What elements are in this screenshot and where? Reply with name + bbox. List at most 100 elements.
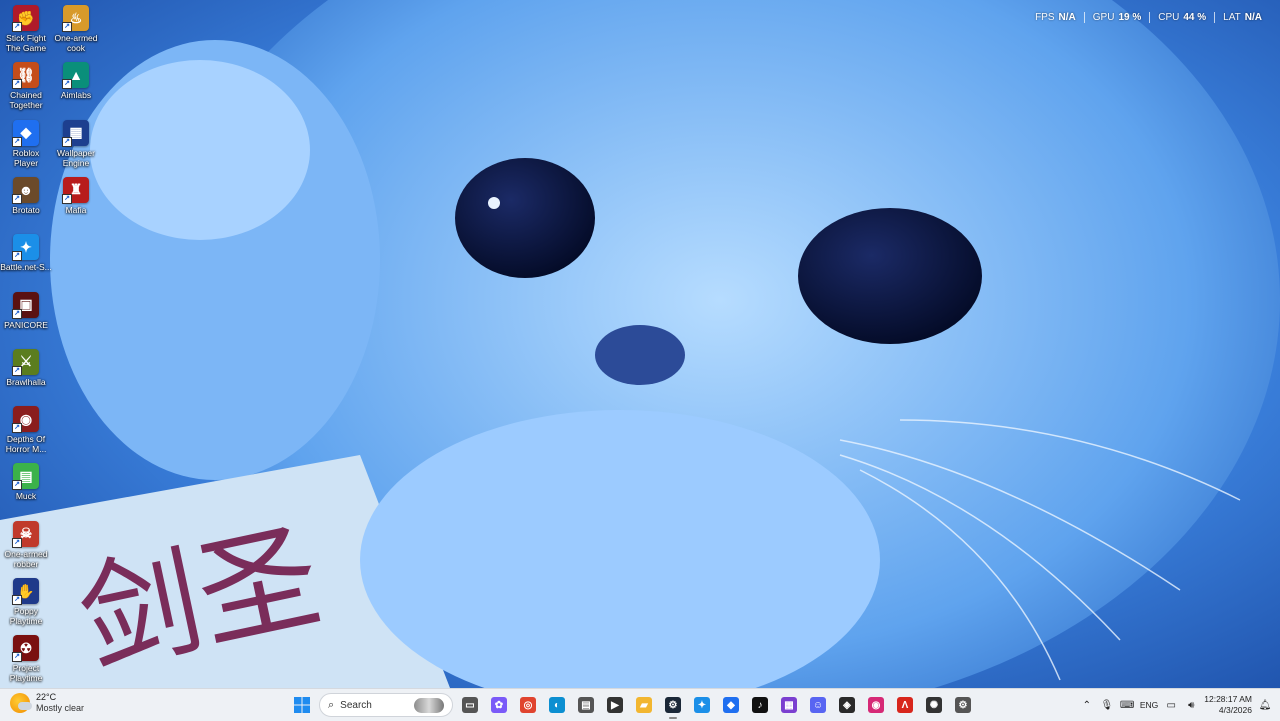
task-view-icon: ▭ (462, 697, 478, 713)
app-icon: ☢ ↗ (12, 635, 39, 663)
performance-overlay: FPS N/A GPU 19 % CPU 44 % LAT N/A (1027, 12, 1270, 23)
perf-stat-key: CPU (1158, 12, 1180, 23)
taskbar: 22°C Mostly clear ⌕ Search ▭ ✿ ◎ ◐ ▤ ▶ ▰ ⚙ ✦ ◆ ♪ ▦ ☺… (0, 688, 1280, 721)
adobe-icon: Λ (897, 697, 913, 713)
taskbar-app-button[interactable]: ◐ (545, 693, 569, 717)
taskbar-app-button[interactable]: ▶ (603, 693, 627, 717)
volume-icon[interactable]: 🔊︎ (1184, 700, 1198, 711)
chrome-icon: ◎ (520, 697, 536, 713)
taskbar-search[interactable]: ⌕ Search (319, 693, 453, 717)
taskbar-app-button[interactable]: ☺ (806, 693, 830, 717)
tiktok-icon: ♪ (752, 697, 768, 713)
shortcut-arrow-icon: ↗ (12, 595, 22, 605)
desktop-icon[interactable]: ✊ ↗ Stick Fight The Game (0, 0, 52, 53)
chevron-up-icon[interactable]: ⌃ (1080, 700, 1094, 711)
notification-bell-icon[interactable]: 🔔︎ (1258, 700, 1272, 711)
app-icon: ✦ ↗ (12, 234, 39, 262)
shortcut-arrow-icon: ↗ (12, 308, 22, 319)
start-button[interactable] (290, 693, 314, 717)
shortcut-arrow-icon: ↗ (12, 365, 22, 376)
desktop-icon[interactable]: ▦ ↗ Wallpaper Engine (50, 115, 102, 168)
clock-time: 12:28:17 AM (1204, 694, 1252, 704)
desktop-icon[interactable]: ▣ ↗ PANICORE (0, 287, 52, 330)
settings-icon: ⚙ (955, 697, 971, 713)
desktop-icon[interactable]: ☠ ↗ One-armed robber (0, 516, 52, 569)
app-icon: ☠ ↗ (12, 520, 39, 548)
app-icon: ▤ ↗ (12, 463, 39, 491)
app-icon: ▣ ↗ (12, 291, 39, 319)
app-icon: ♨ ↗ (62, 5, 89, 32)
weather-widget[interactable]: 22°C Mostly clear (10, 692, 84, 714)
taskbar-app-button[interactable]: ▰ (632, 693, 656, 717)
desktop-icon[interactable]: ♜ ↗ Mafia (50, 172, 102, 215)
desktop-icon-label: Muck (15, 491, 37, 502)
taskbar-app-button[interactable]: ◈ (835, 693, 859, 717)
perf-stat-lat: LAT N/A (1214, 12, 1270, 23)
taskbar-app-button[interactable]: ✺ (922, 693, 946, 717)
clock[interactable]: 12:28:17 AM 4/3/2026 (1204, 694, 1252, 716)
taskbar-app-button[interactable]: ⚙ (951, 693, 975, 717)
perf-stat-value: 44 % (1183, 12, 1207, 23)
input-language[interactable]: ENG (1140, 700, 1158, 710)
taskbar-app-button[interactable]: ◎ (516, 693, 540, 717)
chatgpt-icon: ✺ (926, 697, 942, 713)
desktop-wallpaper: 剑圣 (0, 0, 1280, 688)
app-icon: ☻ ↗ (12, 176, 39, 204)
desktop-icon-label: Aimlabs (60, 90, 92, 101)
desktop-icon-label: PANICORE (4, 319, 48, 330)
shortcut-arrow-icon: ↗ (12, 22, 22, 32)
network-icon[interactable]: ▭ (1164, 700, 1178, 711)
taskbar-app-button[interactable]: ▭ (458, 693, 482, 717)
desktop-icon[interactable]: ♨ ↗ One-armed cook (50, 0, 102, 53)
shortcut-arrow-icon: ↗ (62, 193, 72, 204)
system-tray: ⌃ 🎙︎ ⌨ ENG ▭ 🔊︎ 12:28:17 AM 4/3/2026 🔔︎ (1080, 693, 1272, 717)
perf-stat-value: 19 % (1118, 12, 1142, 23)
taskbar-app-button[interactable]: ♪ (748, 693, 772, 717)
desktop-icon[interactable]: ◉ ↗ Depths Of Horror M... (0, 401, 52, 454)
desktop-icon[interactable]: ☢ ↗ Project Playtime (0, 630, 52, 683)
edge-icon: ◐ (549, 697, 565, 713)
taskbar-app-button[interactable]: ▦ (777, 693, 801, 717)
perf-stat-fps: FPS N/A (1027, 12, 1084, 23)
app-icon: ◆ ↗ (12, 119, 39, 147)
search-highlight-icon (414, 698, 444, 713)
desktop-icon[interactable]: ✋ ↗ Poppy Playtime (0, 573, 52, 626)
desktop-icon[interactable]: ⚔ ↗ Brawlhalla (0, 344, 52, 387)
desktop-icon-label: Mafia (65, 204, 87, 215)
taskbar-app-button[interactable]: ◆ (719, 693, 743, 717)
shortcut-arrow-icon: ↗ (62, 79, 72, 90)
desktop-icon-label: Battle.net-S... (0, 262, 52, 273)
shortcut-arrow-icon: ↗ (62, 22, 72, 32)
desktop-icon-label: Brawlhalla (6, 376, 46, 387)
desktop-icon[interactable]: ▲ ↗ Aimlabs (50, 57, 102, 100)
taskbar-app-button[interactable]: Λ (893, 693, 917, 717)
taskbar-app-button[interactable]: ✿ (487, 693, 511, 717)
taskbar-app-button[interactable]: ⚙ (661, 693, 685, 719)
desktop-icon-label: One-armed cook (54, 33, 98, 53)
perf-stat-key: FPS (1035, 12, 1055, 23)
app-icon: ⚔ ↗ (12, 348, 39, 376)
weather-condition: Mostly clear (36, 703, 85, 713)
roblox-icon: ◆ (723, 697, 739, 713)
taskbar-app-button[interactable]: ◉ (864, 693, 888, 717)
app-icon: ♜ ↗ (62, 176, 89, 204)
desktop-icon[interactable]: ▤ ↗ Muck (0, 458, 52, 501)
desktop-icon[interactable]: ⛓ ↗ Chained Together (0, 57, 52, 110)
keyboard-icon[interactable]: ⌨ (1120, 700, 1134, 711)
video-app-icon: ▦ (781, 697, 797, 713)
perf-stat-key: GPU (1092, 12, 1115, 23)
desktop-icon[interactable]: ◆ ↗ Roblox Player (0, 115, 52, 168)
instagram-icon: ◉ (868, 697, 884, 713)
taskbar-app-button[interactable]: ✦ (690, 693, 714, 717)
perf-stat-value: N/A (1058, 12, 1076, 23)
app-icon: ▲ ↗ (62, 62, 89, 90)
perf-stat-gpu: GPU 19 % (1083, 12, 1149, 23)
copilot-icon: ✿ (491, 697, 507, 713)
battlenet-icon: ✦ (694, 697, 710, 713)
desktop-icon-label: Poppy Playtime (9, 606, 43, 626)
microphone-icon[interactable]: 🎙︎ (1100, 700, 1114, 711)
desktop-icon[interactable]: ☻ ↗ Brotato (0, 172, 52, 215)
desktop-icon[interactable]: ✦ ↗ Battle.net-S... (0, 229, 52, 272)
taskbar-app-button[interactable]: ▤ (574, 693, 598, 717)
shortcut-arrow-icon: ↗ (62, 136, 72, 147)
